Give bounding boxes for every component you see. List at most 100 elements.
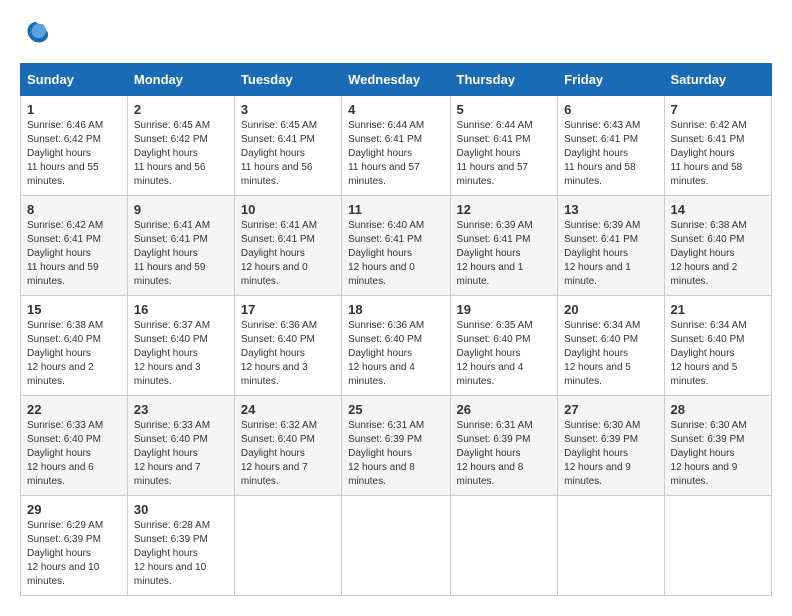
day-number: 1 <box>27 102 121 117</box>
day-info: Sunrise: 6:28 AMSunset: 6:39 PMDaylight … <box>134 519 228 589</box>
calendar-cell: 27 Sunrise: 6:30 AMSunset: 6:39 PMDayligh… <box>558 396 664 496</box>
day-number: 11 <box>348 202 443 217</box>
day-info: Sunrise: 6:41 AMSunset: 6:41 PMDaylight … <box>241 219 335 289</box>
day-number: 17 <box>241 302 335 317</box>
day-info: Sunrise: 6:31 AMSunset: 6:39 PMDaylight … <box>348 419 443 489</box>
day-number: 27 <box>564 402 657 417</box>
day-info: Sunrise: 6:31 AMSunset: 6:39 PMDaylight … <box>457 419 552 489</box>
day-info: Sunrise: 6:42 AMSunset: 6:41 PMDaylight … <box>27 219 121 289</box>
day-info: Sunrise: 6:32 AMSunset: 6:40 PMDaylight … <box>241 419 335 489</box>
day-info: Sunrise: 6:36 AMSunset: 6:40 PMDaylight … <box>348 319 443 389</box>
day-number: 8 <box>27 202 121 217</box>
day-info: Sunrise: 6:45 AMSunset: 6:41 PMDaylight … <box>241 119 335 189</box>
day-number: 3 <box>241 102 335 117</box>
logo-icon <box>22 20 50 48</box>
day-number: 21 <box>671 302 765 317</box>
calendar-cell: 11 Sunrise: 6:40 AMSunset: 6:41 PMDayligh… <box>342 196 450 296</box>
calendar-cell: 19 Sunrise: 6:35 AMSunset: 6:40 PMDayligh… <box>450 296 558 396</box>
day-number: 15 <box>27 302 121 317</box>
calendar-cell: 18 Sunrise: 6:36 AMSunset: 6:40 PMDayligh… <box>342 296 450 396</box>
day-number: 16 <box>134 302 228 317</box>
calendar-weekday-monday: Monday <box>127 64 234 96</box>
day-number: 29 <box>27 502 121 517</box>
calendar-cell: 25 Sunrise: 6:31 AMSunset: 6:39 PMDayligh… <box>342 396 450 496</box>
calendar-cell: 6 Sunrise: 6:43 AMSunset: 6:41 PMDaylight… <box>558 96 664 196</box>
day-number: 20 <box>564 302 657 317</box>
calendar-cell <box>450 496 558 596</box>
day-number: 7 <box>671 102 765 117</box>
day-number: 4 <box>348 102 443 117</box>
calendar-cell: 14Sunrise: 6:38 AMSunset: 6:40 PMDayligh… <box>664 196 771 296</box>
day-info: Sunrise: 6:39 AMSunset: 6:41 PMDaylight … <box>564 219 657 289</box>
calendar-header-row: SundayMondayTuesdayWednesdayThursdayFrid… <box>21 64 772 96</box>
calendar-cell: 7 Sunrise: 6:42 AMSunset: 6:41 PMDaylight… <box>664 96 771 196</box>
calendar-week-row: 1 Sunrise: 6:46 AMSunset: 6:42 PMDaylight… <box>21 96 772 196</box>
day-info: Sunrise: 6:37 AMSunset: 6:40 PMDaylight … <box>134 319 228 389</box>
day-info: Sunrise: 6:33 AMSunset: 6:40 PMDaylight … <box>27 419 121 489</box>
day-info: Sunrise: 6:38 AMSunset: 6:40 PMDaylight … <box>671 219 765 289</box>
day-info: Sunrise: 6:33 AMSunset: 6:40 PMDaylight … <box>134 419 228 489</box>
day-info: Sunrise: 6:38 AMSunset: 6:40 PMDaylight … <box>27 319 121 389</box>
calendar-cell: 13 Sunrise: 6:39 AMSunset: 6:41 PMDayligh… <box>558 196 664 296</box>
day-info: Sunrise: 6:40 AMSunset: 6:41 PMDaylight … <box>348 219 443 289</box>
day-number: 6 <box>564 102 657 117</box>
calendar-weekday-wednesday: Wednesday <box>342 64 450 96</box>
day-number: 2 <box>134 102 228 117</box>
calendar-cell: 1 Sunrise: 6:46 AMSunset: 6:42 PMDaylight… <box>21 96 128 196</box>
day-info: Sunrise: 6:34 AMSunset: 6:40 PMDaylight … <box>564 319 657 389</box>
calendar-cell: 10 Sunrise: 6:41 AMSunset: 6:41 PMDayligh… <box>234 196 341 296</box>
day-info: Sunrise: 6:41 AMSunset: 6:41 PMDaylight … <box>134 219 228 289</box>
day-number: 13 <box>564 202 657 217</box>
day-info: Sunrise: 6:46 AMSunset: 6:42 PMDaylight … <box>27 119 121 189</box>
day-info: Sunrise: 6:30 AMSunset: 6:39 PMDaylight … <box>564 419 657 489</box>
day-number: 19 <box>457 302 552 317</box>
calendar-weekday-saturday: Saturday <box>664 64 771 96</box>
calendar-cell: 8 Sunrise: 6:42 AMSunset: 6:41 PMDaylight… <box>21 196 128 296</box>
day-number: 10 <box>241 202 335 217</box>
calendar-weekday-sunday: Sunday <box>21 64 128 96</box>
day-info: Sunrise: 6:43 AMSunset: 6:41 PMDaylight … <box>564 119 657 189</box>
day-info: Sunrise: 6:34 AMSunset: 6:40 PMDaylight … <box>671 319 765 389</box>
calendar-cell: 20 Sunrise: 6:34 AMSunset: 6:40 PMDayligh… <box>558 296 664 396</box>
day-number: 26 <box>457 402 552 417</box>
day-info: Sunrise: 6:45 AMSunset: 6:42 PMDaylight … <box>134 119 228 189</box>
calendar-cell: 12 Sunrise: 6:39 AMSunset: 6:41 PMDayligh… <box>450 196 558 296</box>
day-number: 18 <box>348 302 443 317</box>
calendar-week-row: 22 Sunrise: 6:33 AMSunset: 6:40 PMDayligh… <box>21 396 772 496</box>
day-number: 28 <box>671 402 765 417</box>
day-info: Sunrise: 6:39 AMSunset: 6:41 PMDaylight … <box>457 219 552 289</box>
calendar-table: SundayMondayTuesdayWednesdayThursdayFrid… <box>20 63 772 596</box>
calendar-weekday-thursday: Thursday <box>450 64 558 96</box>
calendar-cell: 5Sunrise: 6:44 AMSunset: 6:41 PMDaylight… <box>450 96 558 196</box>
day-number: 12 <box>457 202 552 217</box>
day-number: 22 <box>27 402 121 417</box>
calendar-cell <box>342 496 450 596</box>
calendar-cell: 3 Sunrise: 6:45 AMSunset: 6:41 PMDaylight… <box>234 96 341 196</box>
calendar-cell <box>234 496 341 596</box>
calendar-cell: 15 Sunrise: 6:38 AMSunset: 6:40 PMDayligh… <box>21 296 128 396</box>
calendar-week-row: 15 Sunrise: 6:38 AMSunset: 6:40 PMDayligh… <box>21 296 772 396</box>
day-info: Sunrise: 6:35 AMSunset: 6:40 PMDaylight … <box>457 319 552 389</box>
calendar-cell: 4 Sunrise: 6:44 AMSunset: 6:41 PMDaylight… <box>342 96 450 196</box>
day-info: Sunrise: 6:44 AMSunset: 6:41 PMDaylight … <box>457 119 552 189</box>
day-info: Sunrise: 6:42 AMSunset: 6:41 PMDaylight … <box>671 119 765 189</box>
calendar-weekday-friday: Friday <box>558 64 664 96</box>
day-number: 25 <box>348 402 443 417</box>
day-number: 24 <box>241 402 335 417</box>
day-number: 30 <box>134 502 228 517</box>
day-info: Sunrise: 6:29 AMSunset: 6:39 PMDaylight … <box>27 519 121 589</box>
calendar-weekday-tuesday: Tuesday <box>234 64 341 96</box>
calendar-cell <box>664 496 771 596</box>
calendar-cell: 23Sunrise: 6:33 AMSunset: 6:40 PMDayligh… <box>127 396 234 496</box>
calendar-cell: 28Sunrise: 6:30 AMSunset: 6:39 PMDayligh… <box>664 396 771 496</box>
calendar-cell: 17 Sunrise: 6:36 AMSunset: 6:40 PMDayligh… <box>234 296 341 396</box>
page-header <box>20 20 772 53</box>
calendar-cell: 30 Sunrise: 6:28 AMSunset: 6:39 PMDayligh… <box>127 496 234 596</box>
calendar-cell: 9Sunrise: 6:41 AMSunset: 6:41 PMDaylight… <box>127 196 234 296</box>
day-info: Sunrise: 6:44 AMSunset: 6:41 PMDaylight … <box>348 119 443 189</box>
calendar-week-row: 8 Sunrise: 6:42 AMSunset: 6:41 PMDaylight… <box>21 196 772 296</box>
calendar-cell: 21 Sunrise: 6:34 AMSunset: 6:40 PMDayligh… <box>664 296 771 396</box>
calendar-week-row: 29 Sunrise: 6:29 AMSunset: 6:39 PMDayligh… <box>21 496 772 596</box>
day-info: Sunrise: 6:36 AMSunset: 6:40 PMDaylight … <box>241 319 335 389</box>
calendar-cell: 24 Sunrise: 6:32 AMSunset: 6:40 PMDayligh… <box>234 396 341 496</box>
